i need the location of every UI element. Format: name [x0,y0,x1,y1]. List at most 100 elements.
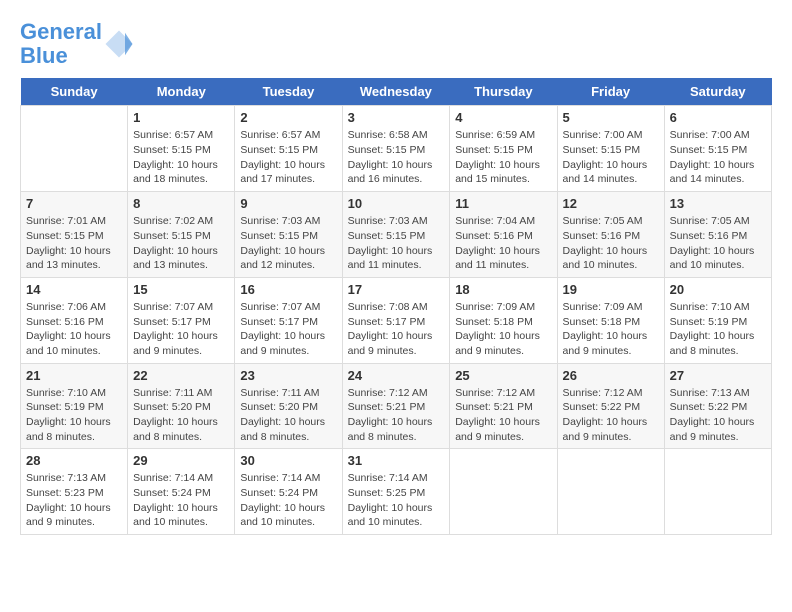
calendar-day-cell: 4Sunrise: 6:59 AM Sunset: 5:15 PM Daylig… [450,106,557,192]
calendar-week-row: 14Sunrise: 7:06 AM Sunset: 5:16 PM Dayli… [21,277,772,363]
calendar-day-cell: 1Sunrise: 6:57 AM Sunset: 5:15 PM Daylig… [128,106,235,192]
day-number: 6 [670,110,766,125]
calendar-day-cell: 31Sunrise: 7:14 AM Sunset: 5:25 PM Dayli… [342,449,450,535]
day-info: Sunrise: 7:12 AM Sunset: 5:21 PM Dayligh… [455,386,551,445]
day-number: 1 [133,110,229,125]
day-number: 8 [133,196,229,211]
calendar-day-cell: 2 Sunrise: 6:57 AM Sunset: 5:15 PM Daylig… [235,106,342,192]
day-info: Sunrise: 7:05 AM Sunset: 5:16 PM Dayligh… [563,214,659,273]
day-number: 5 [563,110,659,125]
calendar-day-cell: 10 Sunrise: 7:03 AM Sunset: 5:15 PM Dayli… [342,192,450,278]
calendar-day-cell: 28 Sunrise: 7:13 AM Sunset: 5:23 PM Dayli… [21,449,128,535]
day-of-week-header: Monday [128,78,235,106]
day-info: Sunrise: 7:07 AM Sunset: 5:17 PM Dayligh… [133,300,229,359]
day-number: 15 [133,282,229,297]
day-number: 18 [455,282,551,297]
day-of-week-header: Saturday [664,78,771,106]
day-info: Sunrise: 7:01 AM Sunset: 5:15 PM Dayligh… [26,214,122,273]
calendar-day-cell: 7 Sunrise: 7:01 AM Sunset: 5:15 PM Daylig… [21,192,128,278]
calendar-day-cell: 15 Sunrise: 7:07 AM Sunset: 5:17 PM Dayli… [128,277,235,363]
day-info: Sunrise: 7:14 AM Sunset: 5:25 PM Dayligh… [348,471,445,530]
day-number: 21 [26,368,122,383]
calendar-day-cell: 5 Sunrise: 7:00 AM Sunset: 5:15 PM Daylig… [557,106,664,192]
day-number: 16 [240,282,336,297]
calendar-day-cell: 19 Sunrise: 7:09 AM Sunset: 5:18 PM Dayli… [557,277,664,363]
day-info: Sunrise: 7:07 AM Sunset: 5:17 PM Dayligh… [240,300,336,359]
day-info: Sunrise: 7:03 AM Sunset: 5:15 PM Dayligh… [348,214,445,273]
day-number: 28 [26,453,122,468]
day-number: 3 [348,110,445,125]
day-number: 17 [348,282,445,297]
day-number: 20 [670,282,766,297]
calendar-week-row: 28 Sunrise: 7:13 AM Sunset: 5:23 PM Dayli… [21,449,772,535]
day-info: Sunrise: 7:11 AM Sunset: 5:20 PM Dayligh… [133,386,229,445]
day-number: 2 [240,110,336,125]
logo: GeneralBlue [20,20,134,68]
day-info: Sunrise: 7:13 AM Sunset: 5:23 PM Dayligh… [26,471,122,530]
day-info: Sunrise: 7:05 AM Sunset: 5:16 PM Dayligh… [670,214,766,273]
calendar-day-cell: 6 Sunrise: 7:00 AM Sunset: 5:15 PM Daylig… [664,106,771,192]
day-number: 12 [563,196,659,211]
day-number: 7 [26,196,122,211]
calendar-day-cell: 3 Sunrise: 6:58 AM Sunset: 5:15 PM Daylig… [342,106,450,192]
page-header: GeneralBlue [20,20,772,68]
day-info: Sunrise: 7:00 AM Sunset: 5:15 PM Dayligh… [670,128,766,187]
calendar-day-cell: 12 Sunrise: 7:05 AM Sunset: 5:16 PM Dayli… [557,192,664,278]
day-of-week-header: Thursday [450,78,557,106]
day-info: Sunrise: 7:00 AM Sunset: 5:15 PM Dayligh… [563,128,659,187]
calendar-day-cell: 13Sunrise: 7:05 AM Sunset: 5:16 PM Dayli… [664,192,771,278]
calendar-day-cell: 20 Sunrise: 7:10 AM Sunset: 5:19 PM Dayli… [664,277,771,363]
day-number: 25 [455,368,551,383]
calendar-day-cell: 17 Sunrise: 7:08 AM Sunset: 5:17 PM Dayli… [342,277,450,363]
day-info: Sunrise: 7:12 AM Sunset: 5:22 PM Dayligh… [563,386,659,445]
logo-text: GeneralBlue [20,20,102,68]
calendar-day-cell: 26Sunrise: 7:12 AM Sunset: 5:22 PM Dayli… [557,363,664,449]
day-of-week-header: Sunday [21,78,128,106]
calendar-day-cell [21,106,128,192]
day-number: 4 [455,110,551,125]
day-number: 11 [455,196,551,211]
day-number: 22 [133,368,229,383]
day-info: Sunrise: 7:09 AM Sunset: 5:18 PM Dayligh… [563,300,659,359]
calendar-header-row: SundayMondayTuesdayWednesdayThursdayFrid… [21,78,772,106]
calendar-day-cell: 22 Sunrise: 7:11 AM Sunset: 5:20 PM Dayli… [128,363,235,449]
calendar-day-cell: 9 Sunrise: 7:03 AM Sunset: 5:15 PM Daylig… [235,192,342,278]
day-info: Sunrise: 7:03 AM Sunset: 5:15 PM Dayligh… [240,214,336,273]
day-number: 29 [133,453,229,468]
calendar-week-row: 7 Sunrise: 7:01 AM Sunset: 5:15 PM Daylig… [21,192,772,278]
day-info: Sunrise: 7:09 AM Sunset: 5:18 PM Dayligh… [455,300,551,359]
day-info: Sunrise: 7:02 AM Sunset: 5:15 PM Dayligh… [133,214,229,273]
calendar-day-cell [557,449,664,535]
logo-icon [104,29,134,59]
calendar-day-cell: 23Sunrise: 7:11 AM Sunset: 5:20 PM Dayli… [235,363,342,449]
calendar-day-cell [450,449,557,535]
day-number: 19 [563,282,659,297]
calendar-day-cell: 29 Sunrise: 7:14 AM Sunset: 5:24 PM Dayli… [128,449,235,535]
day-number: 14 [26,282,122,297]
day-info: Sunrise: 6:58 AM Sunset: 5:15 PM Dayligh… [348,128,445,187]
calendar-day-cell: 18 Sunrise: 7:09 AM Sunset: 5:18 PM Dayli… [450,277,557,363]
calendar-week-row: 1 Sunrise: 6:57 AM Sunset: 5:15 PM Daylig… [21,106,772,192]
calendar-table: SundayMondayTuesdayWednesdayThursdayFrid… [20,78,772,535]
calendar-day-cell: 14Sunrise: 7:06 AM Sunset: 5:16 PM Dayli… [21,277,128,363]
day-number: 9 [240,196,336,211]
day-info: Sunrise: 7:12 AM Sunset: 5:21 PM Dayligh… [348,386,445,445]
day-of-week-header: Wednesday [342,78,450,106]
day-info: Sunrise: 7:14 AM Sunset: 5:24 PM Dayligh… [133,471,229,530]
calendar-day-cell: 27Sunrise: 7:13 AM Sunset: 5:22 PM Dayli… [664,363,771,449]
day-info: Sunrise: 6:57 AM Sunset: 5:15 PM Dayligh… [240,128,336,187]
calendar-day-cell: 11 Sunrise: 7:04 AM Sunset: 5:16 PM Dayli… [450,192,557,278]
day-info: Sunrise: 7:14 AM Sunset: 5:24 PM Dayligh… [240,471,336,530]
day-info: Sunrise: 7:13 AM Sunset: 5:22 PM Dayligh… [670,386,766,445]
day-number: 10 [348,196,445,211]
calendar-week-row: 21Sunrise: 7:10 AM Sunset: 5:19 PM Dayli… [21,363,772,449]
day-info: Sunrise: 7:04 AM Sunset: 5:16 PM Dayligh… [455,214,551,273]
day-of-week-header: Friday [557,78,664,106]
day-info: Sunrise: 7:11 AM Sunset: 5:20 PM Dayligh… [240,386,336,445]
day-of-week-header: Tuesday [235,78,342,106]
day-info: Sunrise: 7:10 AM Sunset: 5:19 PM Dayligh… [670,300,766,359]
day-info: Sunrise: 7:08 AM Sunset: 5:17 PM Dayligh… [348,300,445,359]
calendar-day-cell [664,449,771,535]
day-number: 24 [348,368,445,383]
calendar-day-cell: 16 Sunrise: 7:07 AM Sunset: 5:17 PM Dayli… [235,277,342,363]
